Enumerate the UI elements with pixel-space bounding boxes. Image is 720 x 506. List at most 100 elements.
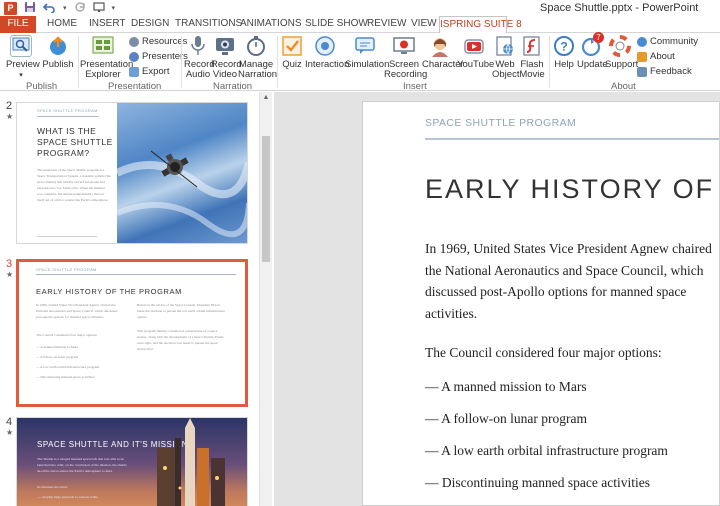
quiz-icon xyxy=(281,35,303,57)
help-label: Help xyxy=(554,59,574,70)
tab-slide-show[interactable]: SLIDE SHOW xyxy=(305,16,368,33)
slide-bullet[interactable]: — A low earth orbital infrastructure pro… xyxy=(425,443,668,459)
undo-dropdown-icon[interactable]: ▾ xyxy=(63,2,67,16)
publish-group-label: Publish xyxy=(26,81,58,92)
resources-icon xyxy=(129,36,139,47)
interaction-label: Interaction xyxy=(305,59,350,70)
thumb-col1: In 1969, United States Vice President Ag… xyxy=(36,303,118,319)
interaction-button[interactable]: Interaction xyxy=(305,35,349,70)
update-label: Update xyxy=(577,59,608,70)
publish-icon xyxy=(47,35,69,57)
redo-icon[interactable] xyxy=(74,1,86,16)
slide-number-2: 2 xyxy=(6,100,13,112)
support-label: Support xyxy=(605,59,639,70)
slide-bullet[interactable]: — A follow-on lunar program xyxy=(425,411,587,427)
thumb-col1b: The Council considered four major option… xyxy=(36,333,98,337)
about-button[interactable]: About xyxy=(637,51,675,62)
screen-recording-button[interactable]: Screen Recording xyxy=(384,35,428,80)
thumb-col2b: This program mainly consisted of constru… xyxy=(137,329,224,351)
thumb-body: The Shuttle is a winged manned spacecraf… xyxy=(37,457,127,473)
feedback-label: Feedback xyxy=(650,66,692,77)
interaction-icon xyxy=(314,35,336,57)
flash-movie-button[interactable]: Flash Movie xyxy=(518,35,546,80)
publish-button[interactable]: Publish xyxy=(42,35,74,70)
web-object-button[interactable]: Web Object xyxy=(492,35,519,80)
youtube-label: YouTube xyxy=(457,59,495,70)
slide-number-4: 4 xyxy=(6,416,13,428)
insert-group-label: Insert xyxy=(403,81,427,92)
thumb-rule xyxy=(37,116,99,117)
support-button[interactable]: Support xyxy=(605,35,639,70)
lifebuoy-icon xyxy=(609,35,631,57)
scroll-up-arrow-icon[interactable]: ▲ xyxy=(260,92,272,104)
manage-narration-label-2: Narration xyxy=(238,69,278,80)
quiz-button[interactable]: Quiz xyxy=(280,35,304,70)
flash-movie-icon xyxy=(521,35,543,57)
thumb-bullet: — A manned mission to Mars xyxy=(36,345,78,349)
simulation-label: Simulation xyxy=(345,59,390,70)
slide-bullet[interactable]: — A manned mission to Mars xyxy=(425,379,587,395)
tab-design[interactable]: DESIGN xyxy=(131,16,169,33)
record-video-button[interactable]: Record Video xyxy=(211,35,242,80)
character-icon xyxy=(429,35,451,57)
flash-movie-label-2: Movie xyxy=(519,69,545,80)
slide-paragraph-2[interactable]: The Council considered four major option… xyxy=(425,345,662,361)
screen-recording-label-2: Recording xyxy=(384,69,428,80)
tab-insert[interactable]: INSERT xyxy=(89,16,126,33)
slide-title[interactable]: EARLY HISTORY OF THE PROGRAM xyxy=(425,174,719,205)
thumb-title-line: SPACE SHUTTLE xyxy=(37,137,113,147)
slide-thumbnail-2[interactable]: SPACE SHUTTLE PROGRAM WHAT IS THE SPACE … xyxy=(16,102,248,244)
title-bar: P ▾ ▾ Space Shuttle.pptx - PowerPoint xyxy=(0,0,720,16)
publish-label: Publish xyxy=(42,59,74,70)
present-from-beginning-icon[interactable] xyxy=(92,1,105,16)
thumb-bullet: — Discontinuing manned space activities xyxy=(36,375,95,379)
preview-button[interactable]: Preview ▾ xyxy=(6,35,40,81)
svg-text:?: ? xyxy=(560,40,567,54)
about-group-label: About xyxy=(611,81,636,92)
preview-dropdown-icon[interactable]: ▾ xyxy=(19,72,23,79)
character-button[interactable]: Character xyxy=(422,35,464,70)
tab-file[interactable]: FILE xyxy=(0,16,36,33)
help-button[interactable]: ? Help xyxy=(552,35,576,70)
slide-thumbnail-3[interactable]: SPACE SHUTTLE PROGRAM EARLY HISTORY OF T… xyxy=(16,259,248,407)
thumbnail-scrollbar[interactable]: ▲ xyxy=(259,92,272,506)
slide-number-3: 3 xyxy=(6,258,13,270)
simulation-button[interactable]: Simulation xyxy=(345,35,389,70)
record-audio-button[interactable]: Record Audio xyxy=(184,35,215,80)
update-button[interactable]: 7 Update xyxy=(577,32,608,70)
undo-icon[interactable] xyxy=(42,1,56,16)
group-separator xyxy=(78,36,79,88)
customize-qat-icon[interactable]: ▾ xyxy=(112,2,116,16)
help-icon: ? xyxy=(553,35,575,57)
tab-transitions[interactable]: TRANSITIONS xyxy=(175,16,242,33)
presentation-explorer-button[interactable]: Presentation Explorer xyxy=(80,35,133,80)
tab-review[interactable]: REVIEW xyxy=(367,16,406,33)
slide-bullet[interactable]: — Discontinuing manned space activities xyxy=(425,475,650,491)
community-button[interactable]: Community xyxy=(637,36,698,47)
scrollbar-thumb[interactable] xyxy=(262,136,270,262)
tab-home[interactable]: HOME xyxy=(47,16,77,33)
group-separator xyxy=(549,36,550,88)
slide-paragraph-1[interactable]: In 1969, United States Vice President Ag… xyxy=(425,238,717,324)
thumb-title-line: PROGRAM? xyxy=(37,148,90,158)
launch-pad-image xyxy=(135,418,247,506)
export-button[interactable]: Export xyxy=(129,66,169,77)
thumb-body: Its missions involved: xyxy=(37,485,68,489)
manage-narration-button[interactable]: Manage Narration xyxy=(238,35,278,80)
export-icon xyxy=(129,66,139,77)
presentation-explorer-icon xyxy=(92,35,114,57)
preview-label: Preview xyxy=(6,59,40,70)
group-separator xyxy=(277,36,278,88)
current-slide[interactable]: SPACE SHUTTLE PROGRAM EARLY HISTORY OF T… xyxy=(362,101,720,506)
tab-animations[interactable]: ANIMATIONS xyxy=(240,16,301,33)
presenters-button[interactable]: Presenters xyxy=(129,51,188,62)
window-title: Space Shuttle.pptx - PowerPoint xyxy=(540,2,699,14)
tab-view[interactable]: VIEW xyxy=(411,16,437,33)
feedback-button[interactable]: Feedback xyxy=(637,66,692,77)
slide-thumbnail-4[interactable]: SPACE SHUTTLE AND IT'S MISSIONS The Shut… xyxy=(16,417,248,506)
youtube-button[interactable]: YouTube xyxy=(457,35,495,70)
powerpoint-logo-icon: P xyxy=(4,2,17,15)
tab-ispring-suite[interactable]: ISPRING SUITE 8 xyxy=(439,16,522,34)
resources-button[interactable]: Resources xyxy=(129,36,187,47)
save-icon[interactable] xyxy=(24,1,36,16)
